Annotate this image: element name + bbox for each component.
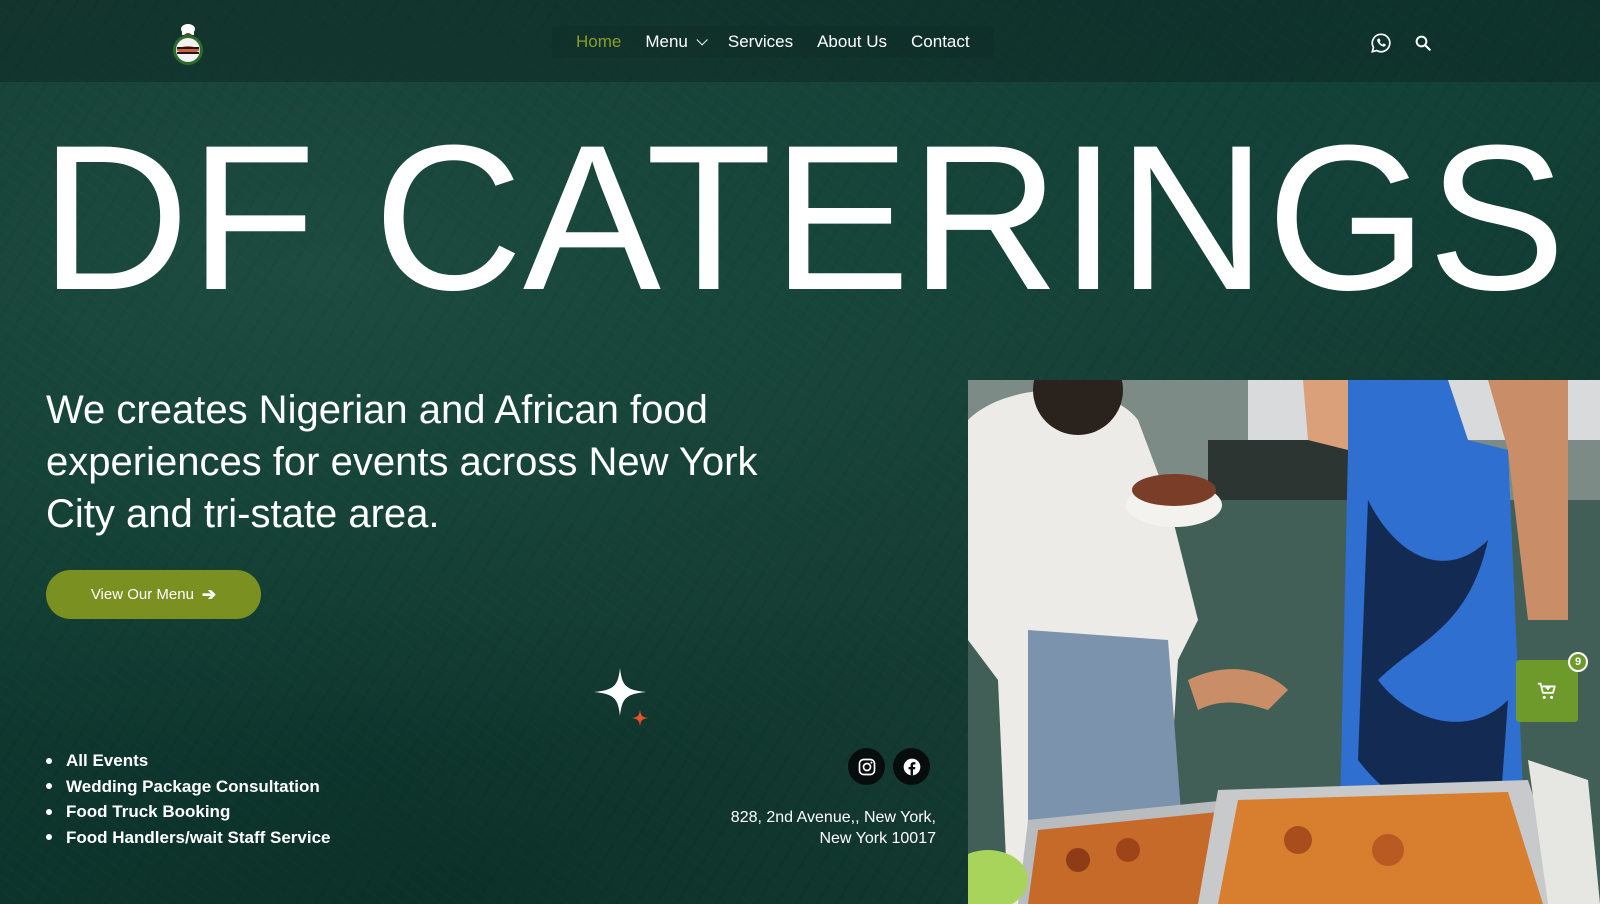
list-item: Food Truck Booking: [46, 799, 331, 825]
cart-count-badge: 9: [1568, 652, 1588, 672]
nav-contact[interactable]: Contact: [911, 32, 970, 52]
list-item: All Events: [46, 748, 331, 774]
address-line-1: 828, 2nd Avenue,, New York,: [730, 809, 936, 826]
cart-button[interactable]: [1516, 660, 1578, 722]
address: 828, 2nd Avenue,, New York, New York 100…: [680, 807, 936, 849]
event-photo: [968, 380, 1600, 904]
list-item: Wedding Package Consultation: [46, 774, 331, 800]
list-item: Food Handlers/wait Staff Service: [46, 825, 331, 851]
hero-tagline: We creates Nigerian and African food exp…: [46, 388, 758, 536]
site-header: Home Menu Services About Us Contact: [0, 0, 1600, 82]
sparkle-decoration: [594, 668, 648, 726]
facebook-icon[interactable]: [893, 748, 930, 785]
hero-title: DF CATERINGS: [40, 102, 1566, 333]
cart-icon: [1537, 682, 1556, 699]
address-line-2: New York 10017: [819, 830, 936, 847]
search-icon[interactable]: [1414, 34, 1432, 52]
view-menu-button[interactable]: View Our Menu ➔: [46, 570, 261, 619]
instagram-icon[interactable]: [848, 748, 885, 785]
nav-services[interactable]: Services: [728, 32, 793, 52]
view-menu-label: View Our Menu: [90, 586, 194, 603]
header-icons: [1370, 32, 1432, 54]
chevron-down-icon: [696, 34, 708, 46]
nav-about-us[interactable]: About Us: [817, 32, 887, 52]
whatsapp-icon[interactable]: [1370, 32, 1392, 54]
logo[interactable]: [168, 20, 208, 66]
main-nav: Home Menu Services About Us Contact: [552, 26, 994, 58]
arrow-right-icon: ➔: [201, 584, 217, 604]
nav-menu[interactable]: Menu: [645, 32, 708, 52]
services-list: All Events Wedding Package Consultation …: [46, 748, 331, 850]
social-links: [848, 748, 930, 785]
nav-home[interactable]: Home: [576, 32, 621, 52]
